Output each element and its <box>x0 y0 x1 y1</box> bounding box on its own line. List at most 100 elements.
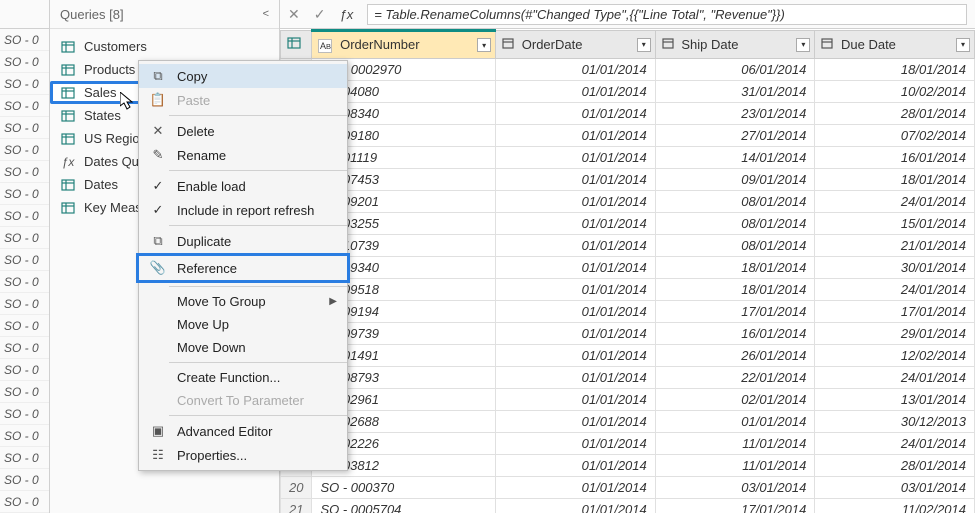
cell[interactable]: 01/01/2014 <box>496 345 656 367</box>
cell[interactable]: 18/01/2014 <box>655 279 815 301</box>
cell[interactable]: 17/01/2014 <box>655 301 815 323</box>
queries-header[interactable]: Queries [8] < <box>50 0 279 29</box>
cell[interactable]: 08/01/2014 <box>655 213 815 235</box>
cell[interactable]: 18/01/2014 <box>815 59 975 81</box>
cell[interactable]: 26/01/2014 <box>655 345 815 367</box>
cell[interactable]: 18/01/2014 <box>815 169 975 191</box>
formula-input[interactable] <box>367 4 967 25</box>
table-row[interactable]: - 000951801/01/201418/01/201424/01/2014 <box>281 279 975 301</box>
cell[interactable]: 31/01/2014 <box>655 81 815 103</box>
cell[interactable]: 17/01/2014 <box>815 301 975 323</box>
menu-rename[interactable]: ✎ Rename <box>139 143 347 167</box>
cancel-formula-icon[interactable]: ✕ <box>288 6 300 23</box>
cell[interactable]: 17/01/2014 <box>655 499 815 513</box>
cell[interactable]: 01/01/2014 <box>496 367 656 389</box>
menu-delete[interactable]: ✕ Delete <box>139 119 347 143</box>
cell[interactable]: 01/01/2014 <box>496 81 656 103</box>
cell[interactable]: 09/01/2014 <box>655 169 815 191</box>
cell[interactable]: 24/01/2014 <box>815 191 975 213</box>
cell[interactable]: 01/01/2014 <box>496 59 656 81</box>
cell[interactable]: SO - 0005704 <box>312 499 496 513</box>
menu-create-function[interactable]: Create Function... <box>139 366 347 389</box>
table-row[interactable]: - 000745301/01/201409/01/201418/01/2014 <box>281 169 975 191</box>
table-row[interactable]: - 000934001/01/201418/01/201430/01/2014 <box>281 257 975 279</box>
cell[interactable]: 24/01/2014 <box>815 279 975 301</box>
cell[interactable]: 07/02/2014 <box>815 125 975 147</box>
table-row[interactable]: - 001073901/01/201408/01/201421/01/2014 <box>281 235 975 257</box>
menu-include-refresh[interactable]: Include in report refresh <box>139 198 347 222</box>
accept-formula-icon[interactable]: ✓ <box>314 6 326 23</box>
cell[interactable]: 03/01/2014 <box>655 477 815 499</box>
cell[interactable]: 23/01/2014 <box>655 103 815 125</box>
table-row[interactable]: - 000381201/01/201411/01/201428/01/2014 <box>281 455 975 477</box>
cell[interactable]: 03/01/2014 <box>815 477 975 499</box>
cell[interactable]: 30/01/2014 <box>815 257 975 279</box>
cell[interactable]: 29/01/2014 <box>815 323 975 345</box>
cell[interactable]: 01/01/2014 <box>496 389 656 411</box>
cell[interactable]: 01/01/2014 <box>496 323 656 345</box>
table-row[interactable]: - 000919401/01/201417/01/201417/01/2014 <box>281 301 975 323</box>
menu-advanced-editor[interactable]: ▣ Advanced Editor <box>139 419 347 443</box>
table-row[interactable]: - 000111901/01/201414/01/201416/01/2014 <box>281 147 975 169</box>
column-header-shipdate[interactable]: Ship Date ▾ <box>655 31 815 59</box>
cell[interactable]: 24/01/2014 <box>815 433 975 455</box>
cell[interactable]: 28/01/2014 <box>815 455 975 477</box>
cell[interactable]: 11/02/2014 <box>815 499 975 513</box>
cell[interactable]: 28/01/2014 <box>815 103 975 125</box>
cell[interactable]: 16/01/2014 <box>815 147 975 169</box>
cell[interactable]: 01/01/2014 <box>496 257 656 279</box>
cell[interactable]: 08/01/2014 <box>655 191 815 213</box>
menu-move-up[interactable]: Move Up <box>139 313 347 336</box>
menu-move-to-group[interactable]: Move To Group ▶ <box>139 290 347 313</box>
cell[interactable]: 01/01/2014 <box>496 477 656 499</box>
table-row[interactable]: - 000408001/01/201431/01/201410/02/2014 <box>281 81 975 103</box>
column-filter-icon[interactable]: ▾ <box>796 38 810 52</box>
table-row[interactable]: 1SO - 000297001/01/201406/01/201418/01/2… <box>281 59 975 81</box>
cell[interactable]: 06/01/2014 <box>655 59 815 81</box>
cell[interactable]: 12/02/2014 <box>815 345 975 367</box>
cell[interactable]: 01/01/2014 <box>496 147 656 169</box>
cell[interactable]: 01/01/2014 <box>496 103 656 125</box>
column-header-duedate[interactable]: Due Date ▾ <box>815 31 975 59</box>
menu-properties[interactable]: ☷ Properties... <box>139 443 347 467</box>
cell[interactable]: 01/01/2014 <box>496 411 656 433</box>
cell[interactable]: 08/01/2014 <box>655 235 815 257</box>
cell[interactable]: 27/01/2014 <box>655 125 815 147</box>
cell[interactable]: 01/01/2014 <box>496 125 656 147</box>
cell[interactable]: 01/01/2014 <box>496 499 656 513</box>
cell[interactable]: 16/01/2014 <box>655 323 815 345</box>
column-filter-icon[interactable]: ▾ <box>637 38 651 52</box>
column-header-ordernumber[interactable]: AB OrderNumber ▾ <box>312 31 496 59</box>
cell[interactable]: 01/01/2014 <box>496 433 656 455</box>
table-row[interactable]: 21SO - 000570401/01/201417/01/201411/02/… <box>281 499 975 513</box>
column-filter-icon[interactable]: ▾ <box>477 38 491 52</box>
cell[interactable]: 01/01/2014 <box>496 191 656 213</box>
collapse-icon[interactable]: < <box>263 8 269 20</box>
cell[interactable]: 15/01/2014 <box>815 213 975 235</box>
cell[interactable]: 11/01/2014 <box>655 455 815 477</box>
cell[interactable]: 13/01/2014 <box>815 389 975 411</box>
table-row[interactable]: - 000268801/01/201401/01/201430/12/2013 <box>281 411 975 433</box>
cell[interactable]: 02/01/2014 <box>655 389 815 411</box>
cell[interactable]: 11/01/2014 <box>655 433 815 455</box>
menu-move-down[interactable]: Move Down <box>139 336 347 359</box>
column-header-orderdate[interactable]: OrderDate ▾ <box>496 31 656 59</box>
cell[interactable]: 01/01/2014 <box>496 169 656 191</box>
cell[interactable]: 24/01/2014 <box>815 367 975 389</box>
cell[interactable]: 18/01/2014 <box>655 257 815 279</box>
table-row[interactable]: 20SO - 00037001/01/201403/01/201403/01/2… <box>281 477 975 499</box>
cell[interactable]: 21/01/2014 <box>815 235 975 257</box>
table-row[interactable]: - 000222601/01/201411/01/201424/01/2014 <box>281 433 975 455</box>
cell[interactable]: 01/01/2014 <box>496 235 656 257</box>
cell[interactable]: 14/01/2014 <box>655 147 815 169</box>
table-row[interactable]: - 000325501/01/201408/01/201415/01/2014 <box>281 213 975 235</box>
table-row[interactable]: - 000149101/01/201426/01/201412/02/2014 <box>281 345 975 367</box>
cell[interactable]: 10/02/2014 <box>815 81 975 103</box>
cell[interactable]: 01/01/2014 <box>496 279 656 301</box>
menu-enable-load[interactable]: Enable load <box>139 174 347 198</box>
cell[interactable]: 22/01/2014 <box>655 367 815 389</box>
column-filter-icon[interactable]: ▾ <box>956 38 970 52</box>
cell[interactable]: 30/12/2013 <box>815 411 975 433</box>
cell[interactable]: 01/01/2014 <box>655 411 815 433</box>
table-row[interactable]: - 000296101/01/201402/01/201413/01/2014 <box>281 389 975 411</box>
